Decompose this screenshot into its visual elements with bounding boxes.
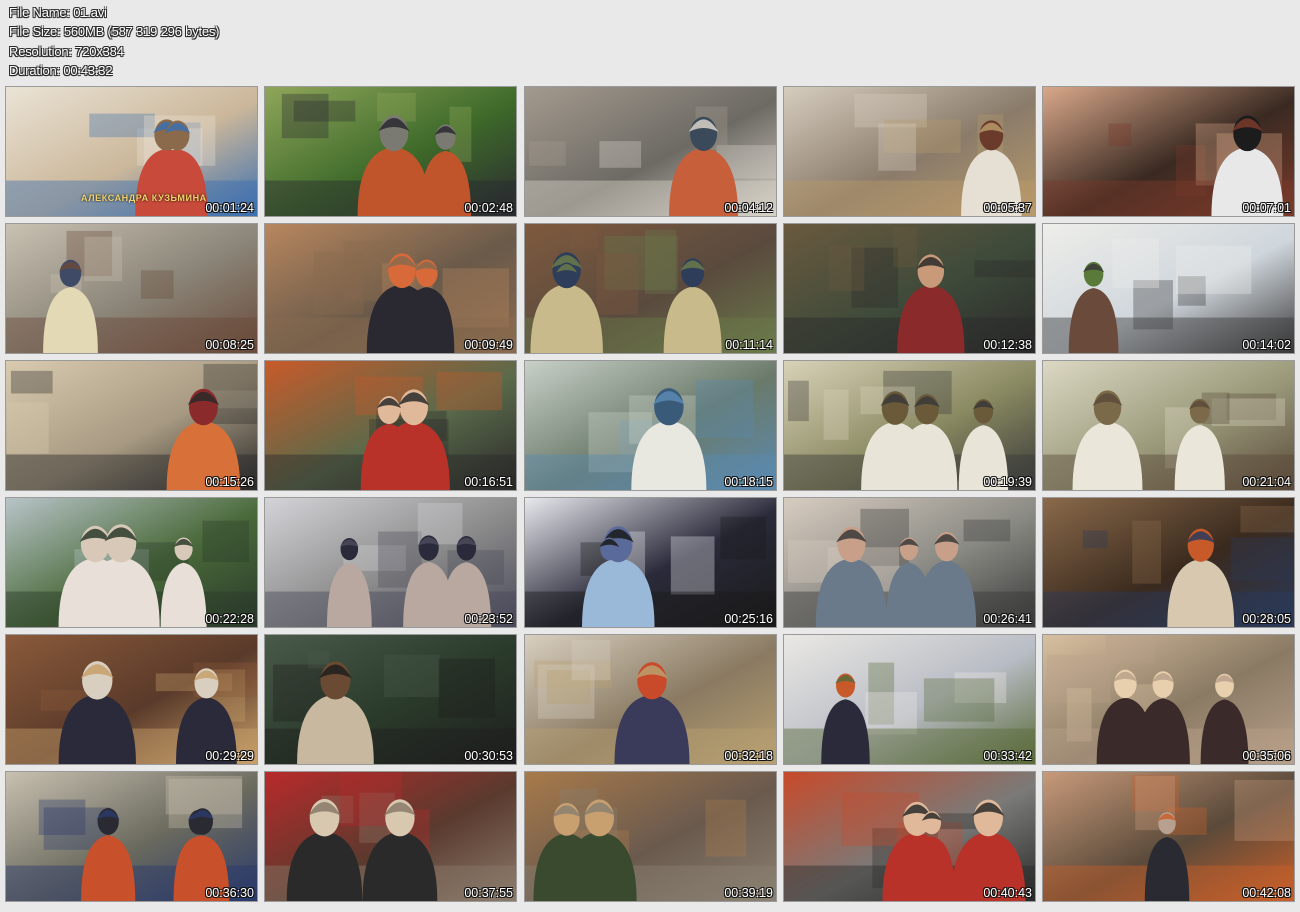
video-thumbnail: 00:14:02 <box>1042 223 1295 354</box>
timestamp-label: 00:22:28 <box>205 612 254 626</box>
thumbnail-frame-image <box>6 498 257 627</box>
thumbnail-grid: АЛЕКСАНДРА КУЗЬМИНА 00:01:24 00:02:48 00:04… <box>5 86 1295 903</box>
video-thumbnail: 00:26:41 <box>783 497 1036 628</box>
thumbnail-frame-image <box>265 87 516 216</box>
thumbnail-frame-image <box>525 87 776 216</box>
video-thumbnail: 00:36:30 <box>5 771 258 902</box>
thumbnail-frame-image <box>1043 224 1294 353</box>
video-thumbnail: 00:28:05 <box>1042 497 1295 628</box>
file-info-header: File Name: 01.avi File Size: 560MB (587 … <box>9 3 220 80</box>
thumbnail-frame-image <box>525 498 776 627</box>
timestamp-label: 00:26:41 <box>983 612 1032 626</box>
video-thumbnail: 00:32:18 <box>524 634 777 765</box>
thumbnail-frame-image <box>1043 635 1294 764</box>
timestamp-label: 00:37:55 <box>464 886 513 900</box>
thumbnail-frame-image <box>1043 361 1294 490</box>
thumbnail-frame-image <box>6 361 257 490</box>
timestamp-label: 00:21:04 <box>1242 475 1291 489</box>
resolution-line: Resolution: 720x384 <box>9 43 124 59</box>
timestamp-label: 00:02:48 <box>464 201 513 215</box>
thumbnail-frame-image <box>784 635 1035 764</box>
video-thumbnail: 00:33:42 <box>783 634 1036 765</box>
timestamp-label: 00:15:26 <box>205 475 254 489</box>
thumbnail-frame-image <box>525 361 776 490</box>
thumbnail-frame-image <box>784 772 1035 901</box>
video-thumbnail: 00:30:53 <box>264 634 517 765</box>
video-thumbnail: 00:25:16 <box>524 497 777 628</box>
thumbnail-frame-image <box>265 361 516 490</box>
timestamp-label: 00:23:52 <box>464 612 513 626</box>
timestamp-label: 00:04:12 <box>724 201 773 215</box>
thumbnail-frame-image <box>784 361 1035 490</box>
video-thumbnail: 00:09:49 <box>264 223 517 354</box>
thumbnail-frame-image <box>1043 498 1294 627</box>
timestamp-label: 00:35:06 <box>1242 749 1291 763</box>
timestamp-label: 00:08:25 <box>205 338 254 352</box>
timestamp-label: 00:14:02 <box>1242 338 1291 352</box>
thumbnail-frame-image <box>525 772 776 901</box>
video-thumbnail: 00:18:15 <box>524 360 777 491</box>
video-thumbnail: 00:23:52 <box>264 497 517 628</box>
timestamp-label: 00:39:19 <box>724 886 773 900</box>
video-thumbnail: 00:19:39 <box>783 360 1036 491</box>
video-thumbnail: 00:04:12 <box>524 86 777 217</box>
timestamp-label: 00:18:15 <box>724 475 773 489</box>
timestamp-label: 00:19:39 <box>983 475 1032 489</box>
timestamp-label: 00:36:30 <box>205 886 254 900</box>
video-thumbnail: 00:07:01 <box>1042 86 1295 217</box>
thumbnail-frame-image <box>265 224 516 353</box>
thumbnail-frame-image <box>525 224 776 353</box>
file-size-line: File Size: 560MB (587 319 296 bytes) <box>9 24 220 40</box>
thumbnail-frame-image <box>265 772 516 901</box>
thumbnail-frame-image <box>1043 87 1294 216</box>
timestamp-label: 00:40:43 <box>983 886 1032 900</box>
thumbnail-frame-image <box>265 498 516 627</box>
video-thumbnail: 00:39:19 <box>524 771 777 902</box>
video-thumbnail: 00:08:25 <box>5 223 258 354</box>
timestamp-label: 00:12:38 <box>983 338 1032 352</box>
credit-caption: АЛЕКСАНДРА КУЗЬМИНА <box>81 193 207 203</box>
video-thumbnail: 00:29:29 <box>5 634 258 765</box>
timestamp-label: 00:42:08 <box>1242 886 1291 900</box>
video-thumbnail: 00:16:51 <box>264 360 517 491</box>
video-thumbnail: 00:22:28 <box>5 497 258 628</box>
timestamp-label: 00:07:01 <box>1242 201 1291 215</box>
timestamp-label: 00:30:53 <box>464 749 513 763</box>
timestamp-label: 00:11:14 <box>725 338 773 352</box>
file-name-line: File Name: 01.avi <box>9 5 107 20</box>
timestamp-label: 00:16:51 <box>464 475 513 489</box>
timestamp-label: 00:25:16 <box>724 612 773 626</box>
timestamp-label: 00:29:29 <box>205 749 254 763</box>
video-thumbnail: 00:37:55 <box>264 771 517 902</box>
timestamp-label: 00:01:24 <box>205 201 254 215</box>
thumbnail-frame-image <box>784 498 1035 627</box>
video-thumbnail: 00:11:14 <box>524 223 777 354</box>
video-thumbnail: 00:42:08 <box>1042 771 1295 902</box>
video-thumbnail: 00:05:37 <box>783 86 1036 217</box>
thumbnail-frame-image <box>784 224 1035 353</box>
timestamp-label: 00:33:42 <box>983 749 1032 763</box>
timestamp-label: 00:09:49 <box>464 338 513 352</box>
duration-line: Duration: 00:43:32 <box>9 62 113 78</box>
video-thumbnail: 00:02:48 <box>264 86 517 217</box>
timestamp-label: 00:05:37 <box>983 201 1032 215</box>
thumbnail-frame-image <box>525 635 776 764</box>
video-thumbnail: 00:15:26 <box>5 360 258 491</box>
thumbnail-frame-image <box>265 635 516 764</box>
thumbnail-frame-image <box>6 224 257 353</box>
video-thumbnail: 00:21:04 <box>1042 360 1295 491</box>
thumbnail-frame-image <box>784 87 1035 216</box>
timestamp-label: 00:28:05 <box>1242 612 1291 626</box>
video-thumbnail: 00:12:38 <box>783 223 1036 354</box>
video-thumbnail: 00:40:43 <box>783 771 1036 902</box>
thumbnail-frame-image <box>6 772 257 901</box>
thumbnail-frame-image <box>6 635 257 764</box>
video-thumbnail: 00:35:06 <box>1042 634 1295 765</box>
video-thumbnail: АЛЕКСАНДРА КУЗЬМИНА 00:01:24 <box>5 86 258 217</box>
timestamp-label: 00:32:18 <box>724 749 773 763</box>
thumbnail-frame-image <box>1043 772 1294 901</box>
